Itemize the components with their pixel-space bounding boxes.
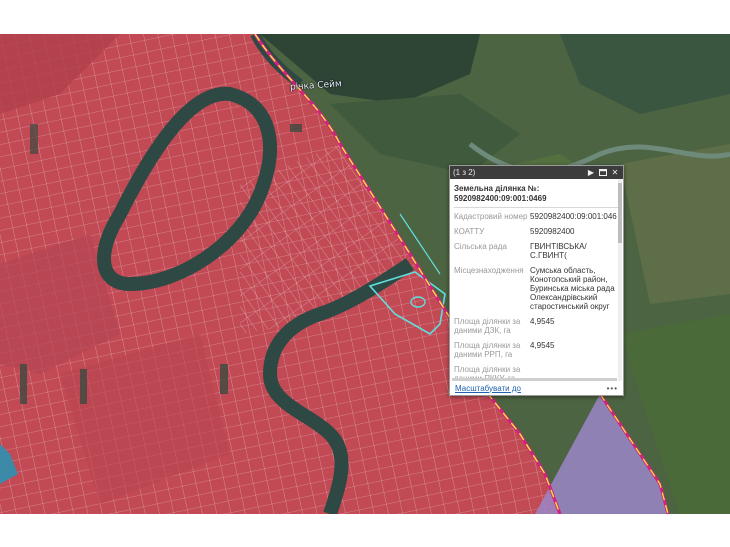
popup-divider xyxy=(454,207,619,208)
close-icon[interactable]: ✕ xyxy=(610,168,620,178)
forest-strip xyxy=(30,124,38,154)
forest-strip xyxy=(290,124,302,132)
maximize-icon[interactable] xyxy=(598,168,608,178)
attribute-value: ГВИНТІВСЬКА/С.ГВИНТ( xyxy=(530,242,587,260)
attribute-value: 4,9545 xyxy=(530,317,555,326)
attribute-label: Місцезнаходження xyxy=(454,266,524,275)
attribute-value: 4,9545 xyxy=(530,341,555,350)
attribute-label: Кадастровий номер xyxy=(454,212,528,221)
forest-strip xyxy=(20,364,27,404)
popup-body[interactable]: Земельна ділянка №: 5920982400:09:001:04… xyxy=(450,179,623,381)
attribute-label: Площа ділянки за даними РРП, га xyxy=(454,341,521,359)
attribute-row: Площа ділянки за даними ДЗК, га 4,9545 xyxy=(450,316,623,336)
attribute-row: КОАТТУ 5920982400 xyxy=(450,226,623,237)
attribute-value: 5920982400:09:001:046 xyxy=(530,212,617,221)
attribute-label: Сільська рада xyxy=(454,242,507,251)
attribute-value: 5920982400 xyxy=(530,227,575,236)
forest-strip xyxy=(220,364,228,394)
next-arrow-icon[interactable]: ▶ xyxy=(586,168,596,178)
attribute-table: Кадастровий номер 5920982400:09:001:046 … xyxy=(450,211,623,381)
forest-strip xyxy=(80,369,87,404)
popup-scroll-thumb[interactable] xyxy=(618,183,622,243)
popup-scrollbar[interactable] xyxy=(618,179,622,381)
attribute-label: КОАТТУ xyxy=(454,227,485,236)
attribute-row: Кадастровий номер 5920982400:09:001:046 xyxy=(450,211,623,222)
popup-footer: Масштабувати до ••• xyxy=(450,381,623,395)
more-options-icon[interactable]: ••• xyxy=(607,384,618,393)
feature-popup[interactable]: (1 з 2) ▶ ✕ Земельна ділянка №: 59209824… xyxy=(449,165,624,396)
popup-title: Земельна ділянка №: 5920982400:09:001:04… xyxy=(454,184,547,203)
attribute-row: Площа ділянки за даними РРП, га 4,9545 xyxy=(450,340,623,360)
attribute-label: Площа ділянки за даними ДЗК, га xyxy=(454,317,521,335)
popup-header: (1 з 2) ▶ ✕ xyxy=(450,166,623,179)
attribute-value: Сумська область, Конотопський район, Бур… xyxy=(530,266,615,311)
attribute-row: Місцезнаходження Сумська область, Коното… xyxy=(450,265,623,312)
attribute-row: Сільська рада ГВИНТІВСЬКА/С.ГВИНТ( xyxy=(450,241,623,261)
zoom-to-link[interactable]: Масштабувати до xyxy=(455,384,607,393)
popup-counter: (1 з 2) xyxy=(453,168,476,177)
